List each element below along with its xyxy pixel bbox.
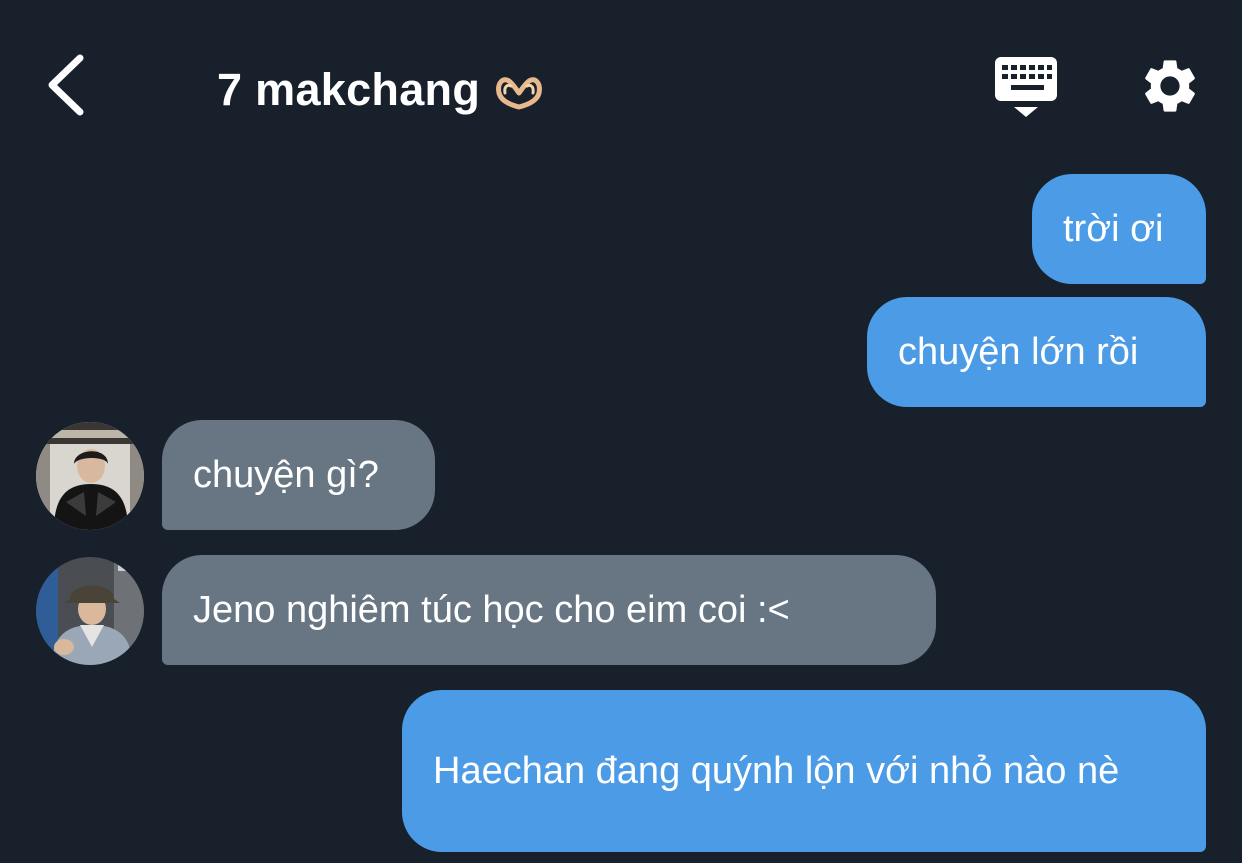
back-button[interactable]	[38, 50, 98, 120]
settings-button[interactable]	[1138, 54, 1202, 118]
message-bubble-outgoing[interactable]: chuyện lớn rồi	[867, 297, 1206, 407]
message-bubble-outgoing[interactable]: trời ơi	[1032, 174, 1206, 284]
chat-title-text: 7 makchang	[217, 64, 481, 115]
message-text: Haechan đang quýnh lộn với nhỏ nào nè	[433, 750, 1120, 792]
message-text: chuyện gì?	[193, 454, 379, 496]
message-text: trời ơi	[1063, 208, 1164, 250]
avatar[interactable]	[36, 422, 144, 530]
keyboard-toggle-button[interactable]	[993, 55, 1059, 121]
message-bubble-outgoing[interactable]: Haechan đang quýnh lộn với nhỏ nào nè	[402, 690, 1206, 852]
message-text: chuyện lớn rồi	[898, 331, 1139, 373]
back-chevron-icon	[48, 54, 84, 116]
gear-icon	[1145, 60, 1195, 112]
message-text: Jeno nghiêm túc học cho eim coi :<	[193, 589, 790, 631]
chat-title: 7 makchang	[217, 60, 544, 120]
message-bubble-incoming[interactable]: Jeno nghiêm túc học cho eim coi :<	[162, 555, 936, 665]
chat-screen: 7 makchang trời ơi chuyện lớn rồi chuyện…	[0, 0, 1242, 863]
heart-hands-emoji-icon	[494, 70, 544, 110]
avatar[interactable]	[36, 557, 144, 665]
message-bubble-incoming[interactable]: chuyện gì?	[162, 420, 435, 530]
keyboard-icon	[995, 57, 1057, 117]
